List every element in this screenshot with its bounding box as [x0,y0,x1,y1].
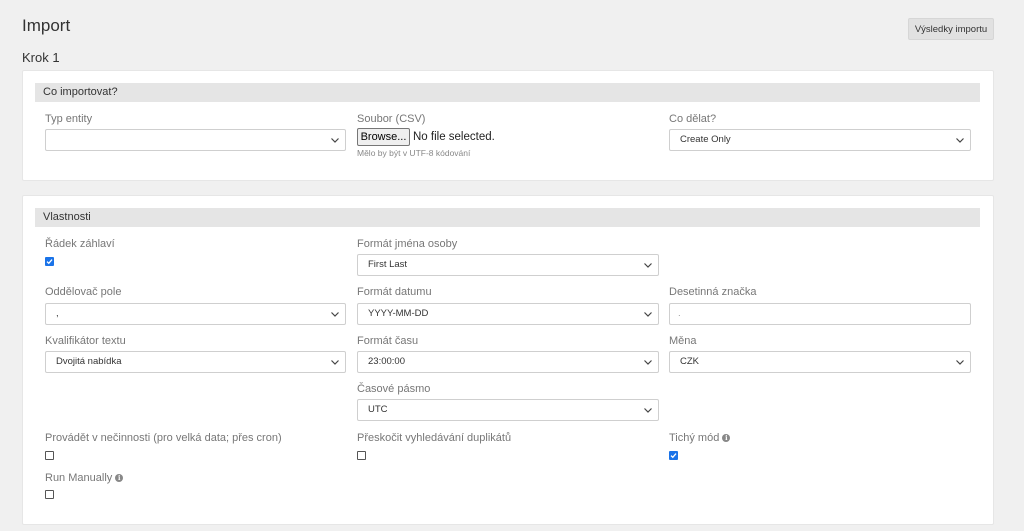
person-name-format-select[interactable]: First Last [357,254,659,276]
time-format-select[interactable]: 23:00:00 [357,351,659,373]
person-name-format-label: Formát jména osoby [357,238,458,250]
checkmark-icon [46,259,53,265]
action-value: Create Only [680,134,731,145]
date-format-value: YYYY-MM-DD [368,308,429,319]
text-qualifier-label: Kvalifikátor textu [45,335,126,347]
info-icon[interactable]: i [115,474,124,482]
person-name-format-value: First Last [368,259,408,270]
chevron-down-icon [643,304,653,324]
chevron-down-icon [955,352,965,372]
info-icon[interactable]: i [722,434,731,442]
header-row-checkbox[interactable] [45,257,54,266]
currency-select[interactable]: CZK [669,351,971,373]
chevron-down-icon [330,304,340,324]
idle-mode-checkbox[interactable] [45,451,54,460]
file-status: No file selected. [413,131,495,143]
chevron-down-icon [643,352,653,372]
field-delimiter-label: Oddělovač pole [45,286,122,298]
time-format-value: 23:00:00 [368,356,405,367]
silent-mode-label-wrap: Tichý mód i [669,432,731,444]
skip-duplicates-label: Přeskočit vyhledávání duplikátů [357,432,512,444]
timezone-select[interactable]: UTC [357,399,659,421]
run-manually-checkbox[interactable] [45,490,54,499]
page-title: Import [22,16,71,35]
what-to-import-panel: Co importovat? [22,70,994,181]
entity-type-label: Typ entity [45,113,93,125]
step-label: Krok 1 [22,50,60,65]
silent-mode-label: Tichý mód [669,432,720,444]
skip-duplicates-checkbox[interactable] [357,451,366,460]
chevron-down-icon [330,130,340,150]
date-format-label: Formát datumu [357,286,432,298]
field-delimiter-select[interactable]: , [45,303,346,325]
chevron-down-icon [330,352,340,372]
panel-header-what-to-import: Co importovat? [35,83,980,102]
file-encoding-hint: Mělo by být v UTF-8 kódování [357,148,471,158]
currency-value: CZK [680,356,699,367]
import-page: Import Výsledky importu Krok 1 Co import… [0,0,1024,531]
checkmark-icon [670,453,677,459]
decimal-mark-label: Desetinná značka [669,286,757,298]
file-label: Soubor (CSV) [357,113,426,125]
header-row-label: Řádek záhlaví [45,238,115,250]
run-manually-label: Run Manually [45,472,113,484]
time-format-label: Formát času [357,335,419,347]
browse-button[interactable]: Browse... [357,128,410,146]
import-results-button[interactable]: Výsledky importu [908,18,994,40]
chevron-down-icon [643,255,653,275]
entity-type-select[interactable] [45,129,346,151]
chevron-down-icon [955,130,965,150]
action-label: Co dělat? [669,113,717,125]
decimal-mark-input[interactable]: . [669,303,971,325]
field-delimiter-value: , [56,308,59,319]
timezone-value: UTC [368,404,388,415]
action-select[interactable]: Create Only [669,129,971,151]
currency-label: Měna [669,335,697,347]
date-format-select[interactable]: YYYY-MM-DD [357,303,659,325]
panel-header-properties: Vlastnosti [35,208,980,227]
idle-mode-label: Provádět v nečinnosti (pro velká data; p… [45,432,282,444]
chevron-down-icon [643,400,653,420]
silent-mode-checkbox[interactable] [669,451,678,460]
run-manually-label-wrap: Run Manually i [45,472,124,484]
text-qualifier-select[interactable]: Dvojitá nabídka [45,351,346,373]
text-qualifier-value: Dvojitá nabídka [56,356,122,367]
timezone-label: Časové pásmo [357,383,431,395]
